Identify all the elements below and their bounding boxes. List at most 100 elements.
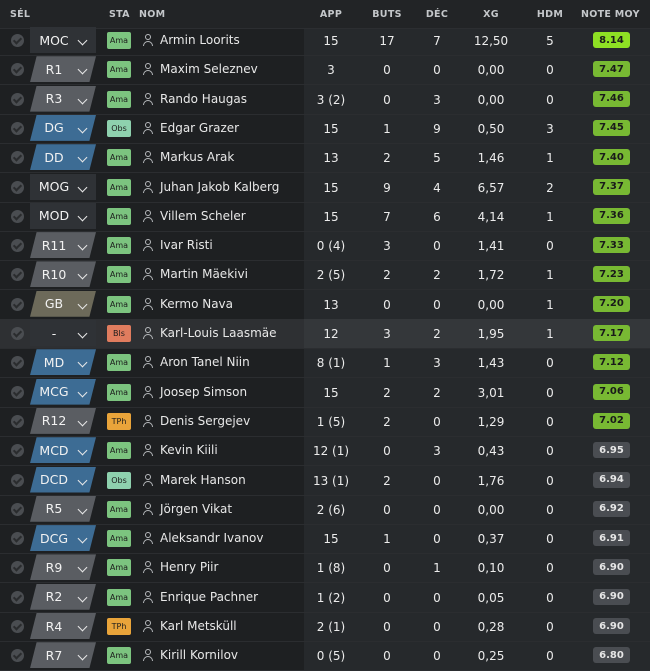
header-sel[interactable]: SÉL <box>10 9 30 20</box>
select-check-icon[interactable] <box>11 121 24 135</box>
table-row[interactable]: MOG Ama Juhan Jakob Kalberg 15 9 4 6,57 2 7.37 <box>0 173 650 203</box>
cell-dec: 0 <box>433 620 441 634</box>
header-xg[interactable]: XG <box>483 9 499 20</box>
status-badge: Ama <box>107 237 131 255</box>
select-check-icon[interactable] <box>11 92 24 106</box>
player-name[interactable]: Karl Metsküll <box>160 619 237 633</box>
player-name[interactable]: Edgar Grazer <box>160 121 239 135</box>
rating-badge: 6.94 <box>593 471 630 488</box>
select-check-icon[interactable] <box>11 414 24 428</box>
select-check-icon[interactable] <box>11 356 24 370</box>
select-check-icon[interactable] <box>11 473 24 487</box>
player-name[interactable]: Maxim Seleznev <box>160 62 258 76</box>
cell-hdm: 0 <box>546 561 554 576</box>
player-name[interactable]: Juhan Jakob Kalberg <box>160 180 279 194</box>
player-name[interactable]: Kermo Nava <box>160 297 233 311</box>
table-row[interactable]: MOD Ama Villem Scheler 15 7 6 4,14 1 7.36 <box>0 202 650 232</box>
table-row[interactable]: DCD Obs Marek Hanson 13 (1) 2 0 1,76 0 6.94 <box>0 466 650 496</box>
player-name[interactable]: Markus Arak <box>160 150 234 164</box>
cell-dec: 0 <box>433 297 441 312</box>
select-check-icon[interactable] <box>11 649 24 663</box>
player-name[interactable]: Rando Haugas <box>160 92 247 106</box>
player-name[interactable]: Enrique Pachner <box>160 590 258 604</box>
person-icon <box>143 473 153 486</box>
table-row[interactable]: MCG Ama Joosep Simson 15 2 2 3,01 0 7.06 <box>0 378 650 408</box>
position-label: DCD <box>40 472 68 487</box>
player-name[interactable]: Villem Scheler <box>160 209 246 223</box>
select-check-icon[interactable] <box>11 268 24 282</box>
table-row[interactable]: R7 Ama Kirill Kornilov 0 (5) 0 0 0,25 0 6.80 <box>0 641 650 671</box>
table-row[interactable]: MCD Ama Kevin Kiili 12 (1) 0 3 0,43 0 6.95 <box>0 436 650 467</box>
player-name[interactable]: Ivar Risti <box>160 238 213 252</box>
player-name[interactable]: Henry Piir <box>160 560 218 574</box>
status-badge: Ama <box>107 647 131 665</box>
select-check-icon[interactable] <box>11 444 24 458</box>
header-nom[interactable]: NOM <box>139 9 165 20</box>
select-check-icon[interactable] <box>11 239 24 253</box>
player-name[interactable]: Aleksandr Ivanov <box>160 531 264 545</box>
table-row[interactable]: DCG Ama Aleksandr Ivanov 15 1 0 0,37 0 6.91 <box>0 524 650 555</box>
player-name[interactable]: Armin Loorits <box>160 33 240 47</box>
select-check-icon[interactable] <box>11 561 24 575</box>
position-label: R9 <box>45 559 63 575</box>
position-label: MD <box>43 354 65 370</box>
header-dec[interactable]: DÉC <box>426 9 448 20</box>
cell-app: 12 (1) <box>312 444 350 459</box>
cell-xg: 0,10 <box>477 561 505 576</box>
position-label: R2 <box>45 589 63 605</box>
select-check-icon[interactable] <box>11 180 24 194</box>
select-check-icon[interactable] <box>11 502 24 516</box>
table-row[interactable]: DG Obs Edgar Grazer 15 1 9 0,50 3 7.45 <box>0 114 650 144</box>
select-check-icon[interactable] <box>11 151 24 165</box>
select-check-icon[interactable] <box>11 327 24 340</box>
table-row[interactable]: R9 Ama Henry Piir 1 (8) 0 1 0,10 0 6.90 <box>0 553 650 584</box>
select-check-icon[interactable] <box>11 532 24 546</box>
player-name[interactable]: Kevin Kiili <box>160 443 218 457</box>
select-check-icon[interactable] <box>11 34 24 47</box>
table-row[interactable]: MD Ama Aron Tanel Niin 8 (1) 1 3 1,43 0 7.12 <box>0 348 650 379</box>
cell-hdm: 0 <box>546 649 554 664</box>
status-badge: Ama <box>107 383 131 401</box>
header-buts[interactable]: BUTS <box>372 9 401 20</box>
select-check-icon[interactable] <box>11 620 24 633</box>
select-check-icon[interactable] <box>11 385 24 399</box>
position-label: MOG <box>38 179 70 194</box>
player-name[interactable]: Kirill Kornilov <box>160 648 238 662</box>
table-row[interactable]: R12 TPh Denis Sergejev 1 (5) 2 0 1,29 0 7.02 <box>0 407 650 437</box>
select-check-icon[interactable] <box>11 63 24 77</box>
cell-buts: 7 <box>383 209 391 224</box>
header-app[interactable]: APP <box>320 9 342 20</box>
table-row[interactable]: DD Ama Markus Arak 13 2 5 1,46 1 7.40 <box>0 143 650 174</box>
cell-app: 15 <box>323 180 339 195</box>
table-row[interactable]: R4 TPh Karl Metsküll 2 (1) 0 0 0,28 0 6.90 <box>0 612 650 642</box>
table-row[interactable]: GB Ama Kermo Nava 13 0 0 0,00 1 7.20 <box>0 290 650 320</box>
player-name[interactable]: Aron Tanel Niin <box>160 355 250 369</box>
table-row[interactable]: R1 Ama Maxim Seleznev 3 0 0 0,00 0 7.47 <box>0 55 650 86</box>
cell-buts: 0 <box>383 649 391 664</box>
table-row[interactable]: - Bls Karl-Louis Laasmäe 12 3 2 1,95 1 7.17 <box>0 319 650 349</box>
rating-badge: 7.47 <box>593 61 630 78</box>
header-sta[interactable]: STA <box>109 9 130 20</box>
select-check-icon[interactable] <box>11 590 24 604</box>
select-check-icon[interactable] <box>11 297 24 311</box>
player-name[interactable]: Jörgen Vikat <box>160 502 232 516</box>
table-row[interactable]: R2 Ama Enrique Pachner 1 (2) 0 0 0,05 0 6.90 <box>0 583 650 613</box>
select-check-icon[interactable] <box>11 209 24 223</box>
player-name[interactable]: Marek Hanson <box>160 473 246 487</box>
header-note[interactable]: NOTE MOY <box>581 9 640 20</box>
table-row[interactable]: R10 Ama Martin Mäekivi 2 (5) 2 2 1,72 1 7.23 <box>0 260 650 291</box>
table-row[interactable]: R3 Ama Rando Haugas 3 (2) 0 3 0,00 0 7.46 <box>0 85 650 115</box>
cell-app: 1 (2) <box>316 590 346 605</box>
table-row[interactable]: MOC Ama Armin Loorits 15 17 7 12,50 5 8.14 <box>0 26 650 56</box>
cell-xg: 3,01 <box>477 385 505 400</box>
table-row[interactable]: R5 Ama Jörgen Vikat 2 (6) 0 0 0,00 0 6.92 <box>0 495 650 525</box>
player-name[interactable]: Denis Sergejev <box>160 414 250 428</box>
player-name[interactable]: Joosep Simson <box>160 385 247 399</box>
header-hdm[interactable]: HDM <box>537 9 563 20</box>
table-row[interactable]: R11 Ama Ivar Risti 0 (4) 3 0 1,41 0 7.33 <box>0 231 650 262</box>
player-name[interactable]: Martin Mäekivi <box>160 267 248 281</box>
cell-app: 2 (6) <box>316 502 346 517</box>
cell-xg: 0,05 <box>477 590 505 605</box>
person-icon <box>143 532 153 545</box>
player-name[interactable]: Karl-Louis Laasmäe <box>160 326 277 340</box>
